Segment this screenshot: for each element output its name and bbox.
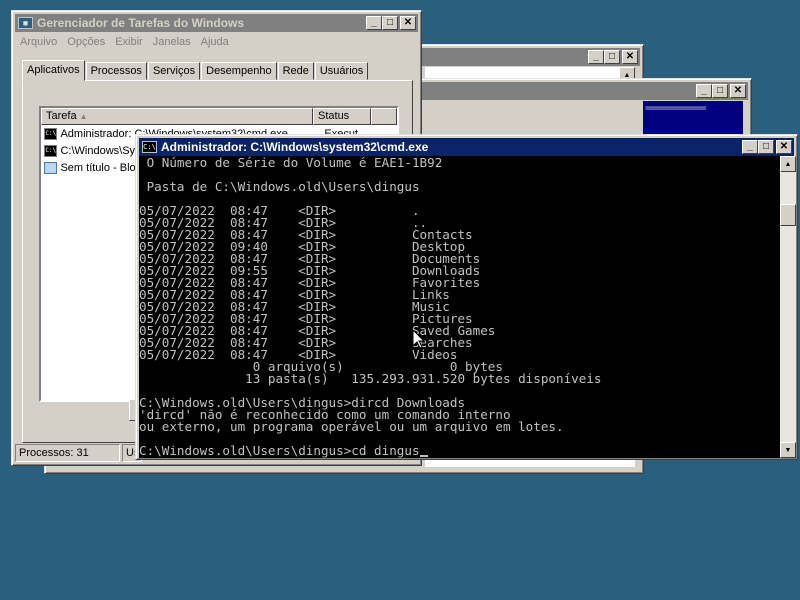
- task-manager-icon: ▦: [18, 17, 33, 29]
- tab-usuarios[interactable]: Usuários: [314, 62, 369, 80]
- column-header-empty: [371, 108, 397, 125]
- close-button[interactable]: ✕: [622, 50, 638, 64]
- console-line: C:\Windows.old\Users\dingus>cd dingus: [139, 444, 780, 457]
- column-header-status[interactable]: Status: [313, 108, 371, 125]
- maximize-button[interactable]: □: [382, 16, 398, 30]
- close-button[interactable]: ✕: [400, 16, 416, 30]
- minimize-button[interactable]: _: [366, 16, 382, 30]
- scroll-up-button[interactable]: ▲: [780, 156, 796, 172]
- menu-exibir[interactable]: Exibir: [110, 34, 148, 52]
- task-manager-titlebar[interactable]: ▦ Gerenciador de Tarefas do Windows _ □ …: [15, 14, 418, 32]
- menu-opcoes[interactable]: Opções: [62, 34, 110, 52]
- background-console-text: ============: [645, 103, 706, 114]
- console-line: 13 pasta(s) 135.293.931.520 bytes dispon…: [139, 371, 602, 386]
- sort-arrow-icon: ▲: [79, 112, 88, 121]
- mouse-cursor-icon: [413, 330, 425, 349]
- cmd-title: Administrador: C:\Windows\system32\cmd.e…: [161, 140, 429, 154]
- tab-strip: Aplicativos Processos Serviços Desempenh…: [22, 60, 369, 81]
- close-button[interactable]: ✕: [730, 84, 746, 98]
- scroll-down-button[interactable]: ▼: [780, 442, 796, 458]
- cmd-icon: C:\: [142, 141, 157, 153]
- tab-processos[interactable]: Processos: [85, 62, 147, 80]
- vertical-scrollbar[interactable]: ▲ ▼: [780, 156, 796, 458]
- console-line: O Número de Série do Volume é EAE1-1B92: [139, 156, 443, 170]
- minimize-button[interactable]: _: [588, 50, 604, 64]
- tab-aplicativos[interactable]: Aplicativos: [22, 60, 85, 81]
- minimize-button[interactable]: _: [742, 140, 758, 154]
- text-cursor: [419, 455, 428, 457]
- background-console-titlebar[interactable]: _ □ ✕: [416, 82, 748, 100]
- cmd-window[interactable]: C:\ Administrador: C:\Windows\system32\c…: [135, 134, 798, 460]
- tab-desempenho[interactable]: Desempenho: [201, 62, 277, 80]
- tab-rede[interactable]: Rede: [277, 62, 314, 80]
- column-header-task[interactable]: Tarefa ▲: [41, 108, 313, 125]
- cmd-icon: C:\: [44, 127, 58, 140]
- console-line: ou externo, um programa operável ou um a…: [139, 419, 564, 434]
- menu-janelas[interactable]: Janelas: [148, 34, 196, 52]
- console-output[interactable]: O Número de Série do Volume é EAE1-1B92 …: [139, 156, 780, 458]
- cmd-icon: C:\: [44, 144, 58, 157]
- status-processes: Processos: 31: [15, 444, 120, 462]
- minimize-button[interactable]: _: [696, 84, 712, 98]
- scroll-thumb[interactable]: [780, 204, 796, 226]
- tab-servicos[interactable]: Serviços: [147, 62, 201, 80]
- list-header: Tarefa ▲ Status: [41, 108, 397, 125]
- cmd-titlebar[interactable]: C:\ Administrador: C:\Windows\system32\c…: [139, 138, 794, 156]
- menu-ajuda[interactable]: Ajuda: [196, 34, 234, 52]
- task-manager-title: Gerenciador de Tarefas do Windows: [37, 16, 245, 30]
- menu-arquivo[interactable]: Arquivo: [15, 34, 62, 52]
- notepad-icon: [44, 161, 58, 174]
- menu-bar: Arquivo Opções Exibir Janelas Ajuda: [15, 34, 234, 52]
- maximize-button[interactable]: □: [604, 50, 620, 64]
- close-button[interactable]: ✕: [776, 140, 792, 154]
- maximize-button[interactable]: □: [758, 140, 774, 154]
- console-line: Pasta de C:\Windows.old\Users\dingus: [139, 179, 420, 194]
- maximize-button[interactable]: □: [712, 84, 728, 98]
